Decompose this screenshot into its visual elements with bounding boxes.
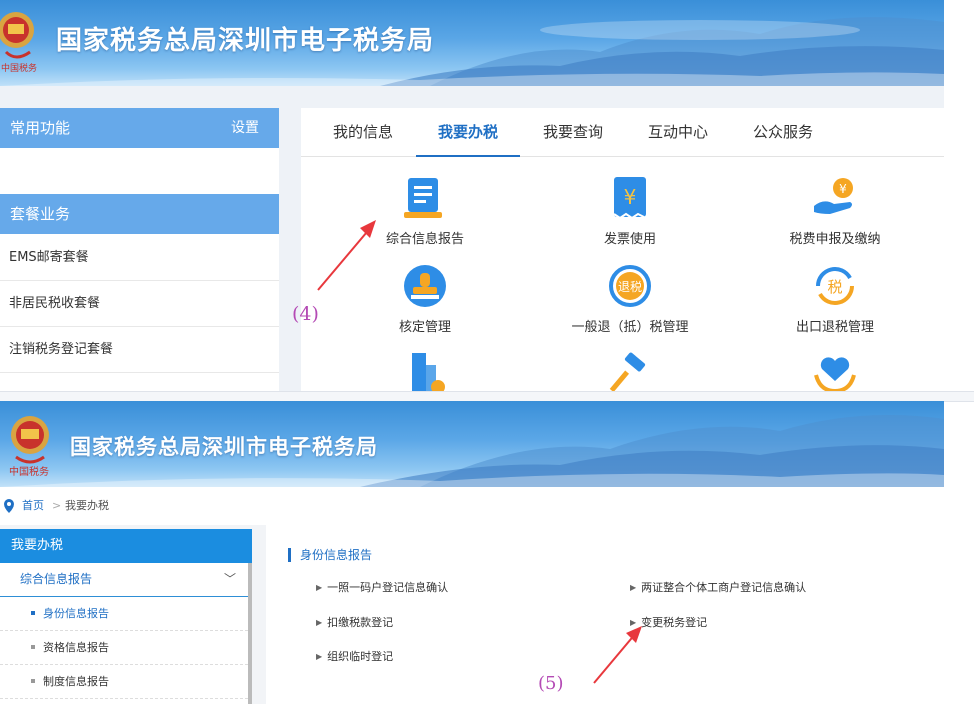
service-unnamed-3[interactable] <box>745 351 925 391</box>
tab-public-service[interactable]: 公众服务 <box>741 108 825 156</box>
sidebar-header-label: 我要办税 <box>11 538 64 553</box>
link-label: 扣缴税款登记 <box>327 616 394 629</box>
caret-right-icon: ▶ <box>316 618 323 627</box>
tab-bar: 我的信息 我要办税 我要查询 互动中心 公众服务 <box>301 108 944 157</box>
breadcrumb-separator: > <box>52 499 62 512</box>
national-emblem-icon: 中国税务 <box>6 411 54 481</box>
svg-text:¥: ¥ <box>624 185 637 209</box>
service-invoice[interactable]: ¥ 发票使用 <box>540 176 720 247</box>
gavel-icon <box>609 352 646 391</box>
report-icon <box>404 178 442 218</box>
breadcrumb-home[interactable]: 首页 <box>22 487 44 525</box>
sidebar-item-label: 制度信息报告 <box>43 675 109 688</box>
tax-payment-icon: ¥ <box>814 178 853 214</box>
sidebar-item-label: 资格信息报告 <box>43 641 109 654</box>
bullet-icon <box>31 679 35 683</box>
national-emblem-icon: 中国税务 <box>0 4 40 74</box>
main-panel: 我的信息 我要办税 我要查询 互动中心 公众服务 综合信息报告 ¥ 发票使用 ¥… <box>301 108 944 391</box>
site-title: 国家税务总局深圳市电子税务局 <box>70 435 378 459</box>
service-unnamed-1[interactable] <box>335 351 515 391</box>
common-functions-header: 常用功能 设置 <box>0 108 279 148</box>
sidebar-item-identity-report[interactable]: 身份信息报告 <box>0 597 248 631</box>
package-business-label: 套餐业务 <box>10 205 71 223</box>
breadcrumb-current: 我要办税 <box>65 499 109 512</box>
breadcrumb: 首页 > 我要办税 <box>0 487 944 525</box>
service-general-refund[interactable]: 退税 一般退（抵）税管理 <box>540 264 720 335</box>
submenu-label: 综合信息报告 <box>20 572 93 586</box>
link-one-code-confirm[interactable]: ▶ 一照一码户登记信息确认 <box>316 579 448 595</box>
chevron-down-icon: ﹀ <box>224 572 237 586</box>
sidebar-header: 我要办税 <box>0 529 252 563</box>
link-temporary-registration[interactable]: ▶ 组织临时登记 <box>316 648 393 664</box>
invoice-icon: ¥ <box>613 177 647 220</box>
annotation-arrow-icon <box>593 626 642 684</box>
link-label: 两证整合个体工商户登记信息确认 <box>641 581 807 594</box>
svg-text:退税: 退税 <box>618 280 642 294</box>
annotation-arrow-icon <box>317 220 376 291</box>
svg-text:中国税务: 中国税务 <box>1 62 37 74</box>
sidebar: 常用功能 设置 套餐业务 EMS邮寄套餐 非居民税收套餐 注销税务登记套餐 <box>0 108 279 391</box>
sidebar-item-system-report[interactable]: 制度信息报告 <box>0 665 248 699</box>
sidebar-item-deregistration[interactable]: 注销税务登记套餐 <box>0 327 279 373</box>
sidebar-item-label: 非居民税收套餐 <box>9 296 101 311</box>
location-pin-icon <box>4 499 14 513</box>
sidebar: 我要办税 综合信息报告 ﹀ 身份信息报告 资格信息报告 制度信息报告 <box>0 529 252 704</box>
site-title: 国家税务总局深圳市电子税务局 <box>56 26 435 56</box>
caret-right-icon: ▶ <box>316 583 323 592</box>
service-label: 一般退（抵）税管理 <box>571 320 689 335</box>
caret-right-icon: ▶ <box>630 583 637 592</box>
link-label: 变更税务登记 <box>641 616 708 629</box>
stamp-icon <box>404 265 446 307</box>
bullet-icon <box>31 611 35 615</box>
service-export-refund[interactable]: 税 出口退税管理 <box>745 264 925 335</box>
bullet-icon <box>31 645 35 649</box>
tab-my-info[interactable]: 我的信息 <box>321 108 405 156</box>
section-title: 身份信息报告 <box>300 548 373 562</box>
bottom-screenshot: 中国税务 国家税务总局深圳市电子税务局 首页 > 我要办税 我要办税 综合信息报… <box>0 401 944 704</box>
svg-text:税: 税 <box>827 278 842 296</box>
service-tax-declaration[interactable]: ¥ 税费申报及缴纳 <box>745 176 925 247</box>
link-withholding-registration[interactable]: ▶ 扣缴税款登记 <box>316 614 393 630</box>
submenu-comprehensive-report[interactable]: 综合信息报告 ﹀ <box>0 563 248 597</box>
tab-tax-handling[interactable]: 我要办税 <box>416 108 520 157</box>
export-refund-icon: 税 <box>816 267 854 305</box>
sidebar-item-nonresident[interactable]: 非居民税收套餐 <box>0 281 279 327</box>
section-marker <box>288 548 291 562</box>
tab-query[interactable]: 我要查询 <box>531 108 615 156</box>
svg-text:中国税务: 中国税务 <box>9 465 49 478</box>
service-label: 发票使用 <box>603 232 656 247</box>
top-screenshot: 中国税务 国家税务总局深圳市电子税务局 常用功能 设置 套餐业务 EMS邮寄套餐… <box>0 0 944 391</box>
service-label: 核定管理 <box>398 320 451 335</box>
link-two-cert-confirm[interactable]: ▶ 两证整合个体工商户登记信息确认 <box>630 579 806 595</box>
link-label: 一照一码户登记信息确认 <box>327 581 449 594</box>
sidebar-item-qualification-report[interactable]: 资格信息报告 <box>0 631 248 665</box>
sidebar-scrollbar[interactable] <box>248 563 252 704</box>
heart-hands-icon <box>814 357 856 391</box>
sidebar-item-label: 注销税务登记套餐 <box>9 342 114 357</box>
service-unnamed-2[interactable] <box>540 351 720 391</box>
service-label: 出口退税管理 <box>795 320 874 335</box>
step-annotation: (4) <box>292 303 319 325</box>
tax-refund-icon: 退税 <box>609 265 651 307</box>
package-business-header[interactable]: 套餐业务 <box>0 194 279 234</box>
caret-right-icon: ▶ <box>316 652 323 661</box>
sidebar-item-label: 身份信息报告 <box>43 607 109 620</box>
link-label: 组织临时登记 <box>327 650 394 663</box>
sidebar-item-ems[interactable]: EMS邮寄套餐 <box>0 235 279 281</box>
common-functions-label: 常用功能 <box>10 119 71 137</box>
header-banner: 中国税务 国家税务总局深圳市电子税务局 <box>0 0 944 86</box>
building-gear-icon <box>412 353 445 391</box>
sidebar-item-label: EMS邮寄套餐 <box>9 250 89 265</box>
service-label: 税费申报及缴纳 <box>789 232 881 247</box>
settings-link[interactable]: 设置 <box>231 108 259 148</box>
tab-interaction[interactable]: 互动中心 <box>636 108 720 156</box>
svg-text:¥: ¥ <box>839 182 847 196</box>
header-banner: 中国税务 国家税务总局深圳市电子税务局 <box>0 401 944 487</box>
step-annotation: (5) <box>538 673 564 694</box>
